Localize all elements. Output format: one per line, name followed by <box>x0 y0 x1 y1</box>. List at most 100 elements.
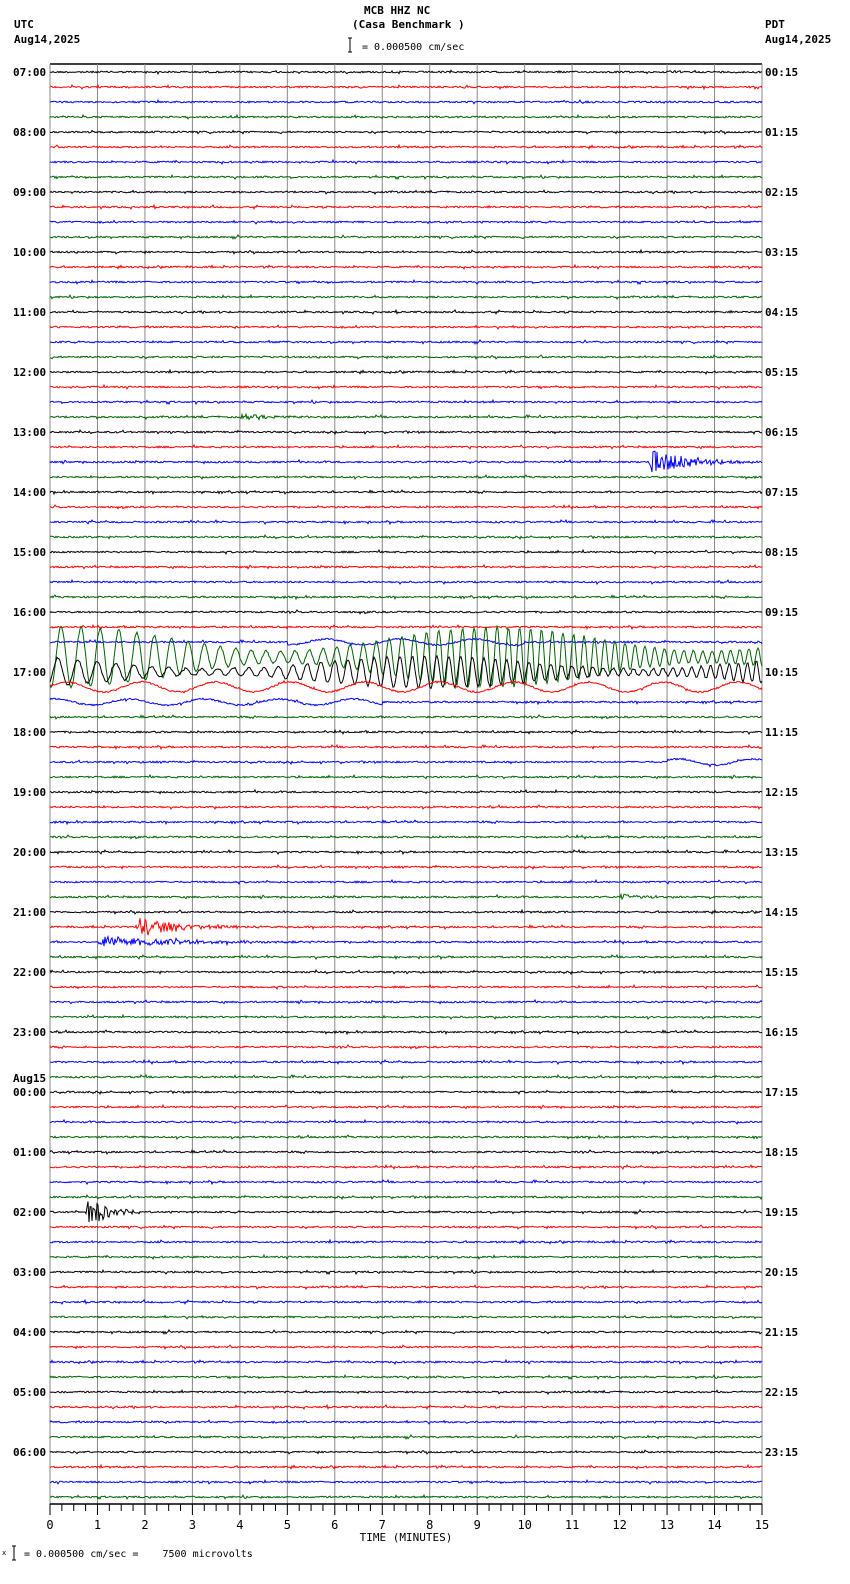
trace-line <box>49 953 763 961</box>
trace-line <box>49 878 763 886</box>
trace-line <box>49 1403 763 1410</box>
footer-scale-bar-icon <box>12 1545 16 1561</box>
x-tick-label: 15 <box>755 1518 769 1532</box>
trace-line <box>50 1238 763 1245</box>
x-tick-label: 14 <box>707 1518 721 1532</box>
trace-line <box>49 1149 763 1155</box>
utc-hour-label: 18:00 <box>13 726 46 739</box>
trace-line <box>49 1434 763 1441</box>
utc-hour-label: 05:00 <box>13 1386 46 1399</box>
pdt-hour-label: 01:15 <box>765 126 798 139</box>
trace-line <box>49 624 763 689</box>
trace-line <box>49 129 763 135</box>
x-tick-label: 2 <box>141 1518 148 1532</box>
trace-line <box>49 819 763 826</box>
trace-line <box>50 917 763 936</box>
trace-line <box>49 1089 763 1096</box>
trace-line <box>49 1374 763 1381</box>
trace-line <box>49 1268 762 1276</box>
trace-line <box>49 1103 763 1110</box>
trace-line <box>49 934 763 947</box>
trace-line <box>49 1044 763 1050</box>
trace-line <box>49 443 763 450</box>
trace-line <box>49 1329 763 1336</box>
utc-hour-label: 16:00 <box>13 606 46 619</box>
trace-line <box>49 368 763 375</box>
pdt-hour-label: 16:15 <box>765 1026 798 1039</box>
trace-line <box>49 998 763 1005</box>
utc-hour-label: 06:00 <box>13 1446 46 1459</box>
pdt-hour-label: 12:15 <box>765 786 798 799</box>
trace-line <box>49 412 763 421</box>
trace-line <box>49 308 763 315</box>
scale-bar-icon <box>348 37 352 53</box>
utc-hour-label: 19:00 <box>13 786 46 799</box>
utc-hour-label: 08:00 <box>13 126 46 139</box>
trace-line <box>49 113 763 120</box>
pdt-hour-label: 13:15 <box>765 846 798 859</box>
trace-line <box>49 578 763 586</box>
utc-hour-label: 09:00 <box>13 186 46 199</box>
utc-hour-label: 22:00 <box>13 966 46 979</box>
x-tick-label: 12 <box>612 1518 626 1532</box>
trace-line <box>49 609 763 615</box>
trace-line <box>49 1073 763 1080</box>
trace-line <box>49 1059 763 1066</box>
pdt-hour-label: 04:15 <box>765 306 798 319</box>
x-tick-label: 6 <box>331 1518 338 1532</box>
trace-line <box>49 697 763 707</box>
trace-line <box>50 69 763 76</box>
trace-line <box>49 1343 763 1350</box>
trace-line <box>49 1419 763 1425</box>
pdt-hour-label: 20:15 <box>765 1266 798 1279</box>
trace-line <box>49 98 763 105</box>
trace-line <box>49 788 763 795</box>
trace-line <box>49 1201 762 1223</box>
utc-hour-label: 20:00 <box>13 846 46 859</box>
trace-line <box>49 504 763 510</box>
trace-line <box>49 834 763 840</box>
pdt-hour-label: 03:15 <box>765 246 798 259</box>
trace-line <box>50 1314 763 1320</box>
trace-line <box>49 1358 763 1365</box>
trace-line <box>49 339 763 346</box>
pdt-hour-label: 14:15 <box>765 906 798 919</box>
trace-line <box>49 1178 763 1186</box>
pdt-hour-label: 08:15 <box>765 546 798 559</box>
x-tick-label: 7 <box>379 1518 386 1532</box>
trace-line <box>49 489 763 496</box>
trace-line <box>49 173 763 181</box>
trace-line <box>49 1224 763 1230</box>
x-tick-label: 13 <box>660 1518 674 1532</box>
trace-line <box>49 293 763 301</box>
trace-line <box>50 1134 763 1141</box>
date-change-label: Aug15 <box>13 1072 46 1085</box>
trace-line <box>49 83 763 91</box>
x-tick-label: 8 <box>426 1518 433 1532</box>
pdt-hour-label: 00:15 <box>765 66 798 79</box>
trace-line <box>49 1013 762 1021</box>
pdt-hour-label: 10:15 <box>765 666 798 679</box>
pdt-hour-label: 23:15 <box>765 1446 798 1459</box>
pdt-hour-label: 15:15 <box>765 966 798 979</box>
trace-line <box>49 563 763 570</box>
trace-line <box>49 804 763 811</box>
utc-hour-label: 02:00 <box>13 1206 46 1219</box>
pdt-hour-label: 21:15 <box>765 1326 798 1339</box>
trace-line <box>49 383 763 390</box>
trace-line <box>49 203 763 210</box>
x-tick-label: 11 <box>565 1518 579 1532</box>
x-tick-label: 1 <box>94 1518 101 1532</box>
trace-line <box>49 450 763 473</box>
trace-line <box>49 1164 763 1170</box>
x-tick-label: 10 <box>517 1518 531 1532</box>
utc-hour-label: 00:00 <box>13 1086 46 1099</box>
trace-line <box>49 1479 763 1485</box>
trace-line <box>49 729 763 736</box>
trace-line <box>49 1463 763 1470</box>
utc-hour-label: 04:00 <box>13 1326 46 1339</box>
trace-line <box>49 1253 763 1260</box>
trace-line <box>49 594 763 601</box>
trace-line <box>50 143 763 150</box>
pdt-hour-label: 22:15 <box>765 1386 798 1399</box>
